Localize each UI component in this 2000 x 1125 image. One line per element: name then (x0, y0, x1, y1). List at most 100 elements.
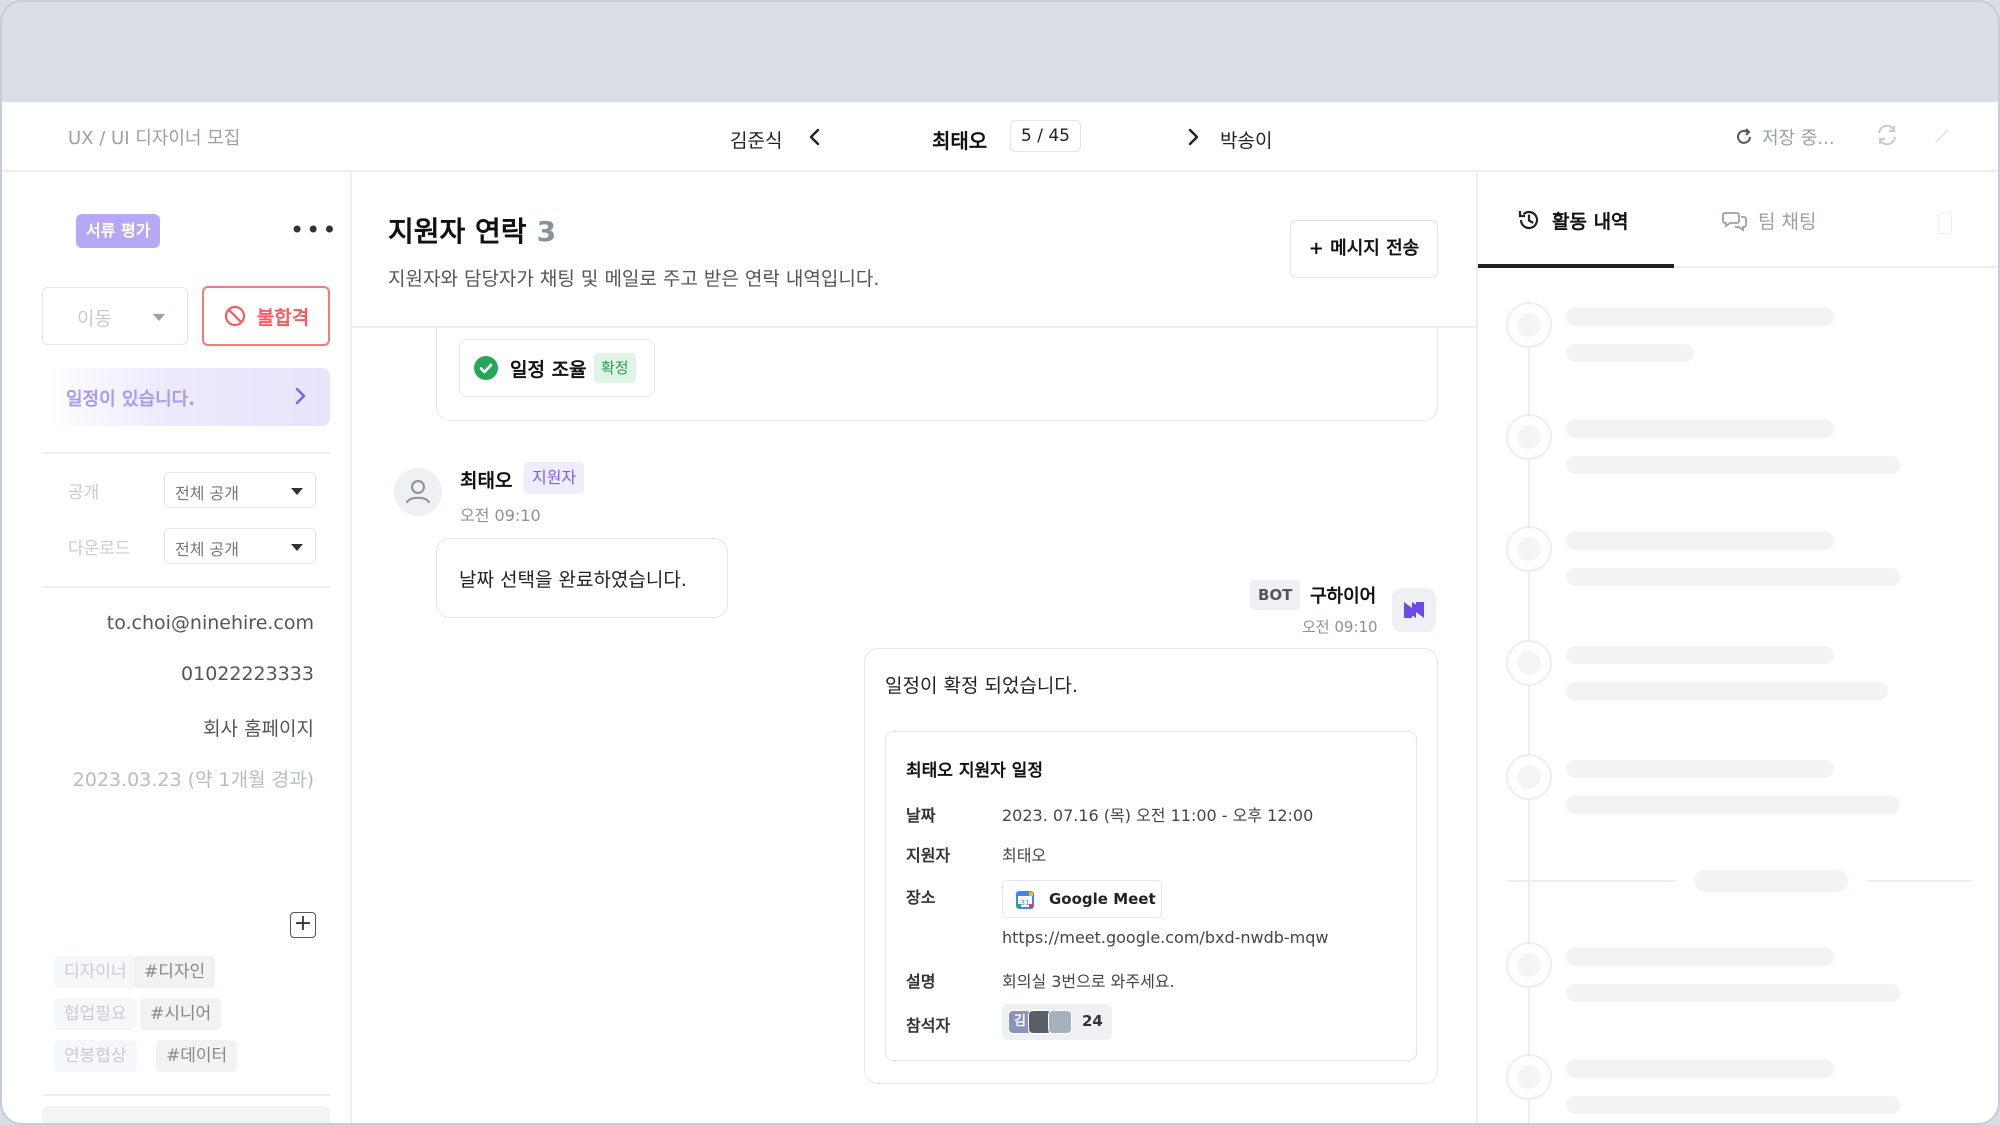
timeline-dot (1506, 942, 1552, 988)
app-content: UX / UI 디자이너 모집 김준식 최태오 5 / 45 박송이 저장 중.… (2, 102, 1998, 1123)
schedule-desc-label: 설명 (906, 972, 936, 991)
bot-avatar (1392, 588, 1436, 632)
sync-icon (1878, 124, 1896, 146)
schedule-notice[interactable]: 일정이 있습니다. (42, 368, 330, 426)
applicant-counter: 5 / 45 (1010, 120, 1081, 152)
schedule-desc-value: 회의실 3번으로 와주세요. (1002, 972, 1175, 991)
tag[interactable]: 협업필요 (54, 998, 137, 1030)
breadcrumb[interactable]: UX / UI 디자이너 모집 (68, 124, 240, 150)
skeleton-line (1566, 420, 1834, 438)
attendee-avatar (1048, 1010, 1072, 1034)
schedule-applicant-label: 지원자 (906, 846, 951, 865)
applicant-email[interactable]: to.choi@ninehire.com (107, 612, 314, 634)
active-tab-indicator (1478, 264, 1674, 268)
bot-badge: BOT (1250, 580, 1301, 610)
tag[interactable]: #데이터 (156, 1040, 238, 1072)
applicant-phone[interactable]: 01022223333 (181, 663, 314, 685)
applicant-message-bubble: 날짜 선택을 완료하였습니다. (436, 538, 728, 618)
caret-down-icon (291, 544, 303, 551)
panel-tabs: 활동 내역 팀 채팅 (1478, 172, 1998, 268)
send-message-button[interactable]: + 메시지 전송 (1290, 220, 1438, 278)
applicant-homepage[interactable]: 회사 홈페이지 (203, 714, 314, 741)
tab-activity-label: 활동 내역 (1552, 210, 1629, 233)
google-calendar-icon: 31 (1016, 891, 1034, 909)
skeleton-line (1566, 760, 1834, 778)
contact-header: 지원자 연락 3 지원자와 담당자가 채팅 및 메일로 주고 받은 연락 내역입니… (352, 172, 1476, 328)
title-bar (2, 2, 1998, 102)
next-applicant-button[interactable] (1178, 122, 1208, 152)
contact-panel: 지원자 연락 3 지원자와 담당자가 채팅 및 메일로 주고 받은 연락 내역입니… (352, 172, 1476, 1123)
timeline-dot (1506, 414, 1552, 460)
ninehire-logo-icon (1404, 602, 1424, 618)
stage-badge[interactable]: 서류 평가 (76, 214, 161, 248)
chevron-left-icon (809, 128, 820, 146)
confirmed-badge: 확정 (594, 353, 636, 383)
avatar (394, 468, 442, 516)
check-circle-icon (474, 356, 498, 380)
page-subtitle: 지원자와 담당자가 채팅 및 메일로 주고 받은 연락 내역입니다. (388, 268, 880, 290)
reject-button[interactable]: 불합격 (202, 286, 330, 346)
schedule-date-value: 2023. 07.16 (목) 오전 11:00 - 오후 12:00 (1002, 806, 1314, 825)
tab-team-chat-label: 팀 채팅 (1758, 210, 1817, 233)
divider (42, 586, 330, 588)
skeleton-line (1566, 456, 1900, 474)
block-icon (224, 305, 245, 327)
stage-move-select[interactable]: 이동 (42, 287, 188, 345)
tab-overflow (1938, 212, 1952, 234)
tab-activity[interactable]: 활동 내역 (1516, 200, 1629, 240)
attendee-group[interactable]: 김 24 (1002, 1004, 1112, 1040)
download-select[interactable]: 전체 공개 (164, 528, 316, 564)
page-title-count: 3 (536, 215, 557, 248)
tab-team-chat[interactable]: 팀 채팅 (1722, 200, 1816, 240)
contact-section-item[interactable]: 연락3 (42, 1106, 330, 1123)
more-menu-button[interactable]: ••• (290, 216, 338, 244)
google-meet-label: Google Meet (1049, 890, 1156, 908)
top-nav: UX / UI 디자이너 모집 김준식 최태오 5 / 45 박송이 저장 중.… (2, 102, 1998, 172)
applicant-navigator: 김준식 최태오 5 / 45 박송이 (722, 116, 1282, 158)
current-applicant-name: 최태오 (932, 129, 988, 153)
visibility-label: 공개 (68, 483, 100, 503)
bot-message-text: 일정이 확정 되었습니다. (885, 675, 1078, 697)
applied-date: 2023.03.23 (약 1개월 경과) (72, 769, 314, 791)
tag[interactable]: 디자이너 (54, 956, 137, 988)
schedule-card: 최태오 지원자 일정 날짜 2023. 07.16 (목) 오전 11:00 -… (885, 731, 1417, 1061)
caret-down-icon (153, 314, 165, 321)
prev-applicant-name[interactable]: 김준식 (730, 126, 782, 153)
attendee-count: 24 (1082, 1012, 1103, 1030)
activity-panel: 활동 내역 팀 채팅 (1476, 172, 1998, 1123)
edge-icon (1932, 126, 1952, 146)
tag[interactable]: 연봉협상 (54, 1040, 137, 1072)
visibility-select[interactable]: 전체 공개 (164, 472, 316, 508)
tag[interactable]: #디자인 (134, 956, 216, 988)
date-separator-line (1866, 880, 1972, 882)
applicant-sidebar: 서류 평가 ••• 이동 불합격 일정이 있습니다. 공개 전체 공개 다운로드 (2, 172, 352, 1123)
prev-applicant-button[interactable] (800, 122, 830, 152)
stage-move-label: 이동 (77, 308, 112, 330)
chevron-right-icon (1188, 128, 1199, 146)
sync-button[interactable] (1874, 122, 1902, 150)
schedule-title: 최태오 지원자 일정 (906, 761, 1043, 781)
add-tag-button[interactable]: + (290, 912, 316, 938)
schedule-confirm-label: 일정 조율 (510, 359, 587, 381)
download-label: 다운로드 (68, 539, 131, 559)
meeting-url[interactable]: https://meet.google.com/bxd-nwdb-mqw (1002, 928, 1329, 947)
tag[interactable]: #시니어 (140, 998, 222, 1030)
skeleton-line (1566, 532, 1834, 550)
next-applicant-name[interactable]: 박송이 (1220, 126, 1272, 153)
timeline-dot (1506, 1054, 1552, 1100)
timeline-dot (1506, 754, 1552, 800)
saving-status: 저장 중... (1734, 124, 1835, 150)
skeleton-line (1566, 796, 1900, 814)
skeleton-line (1566, 646, 1834, 664)
skeleton-line (1566, 984, 1900, 1002)
schedule-confirm-chip[interactable]: 일정 조율 확정 (459, 339, 655, 397)
caret-down-icon (291, 488, 303, 495)
skeleton-line (1566, 344, 1694, 362)
bot-sender-name: 구하이어 (1310, 586, 1377, 607)
schedule-attendee-label: 참석자 (906, 1016, 951, 1035)
applicant-sender-name: 최태오 (460, 470, 513, 492)
schedule-date-label: 날짜 (906, 806, 936, 825)
saving-label: 저장 중... (1762, 128, 1835, 149)
skeleton-line (1566, 1096, 1900, 1114)
google-meet-chip[interactable]: 31 Google Meet (1002, 880, 1162, 918)
